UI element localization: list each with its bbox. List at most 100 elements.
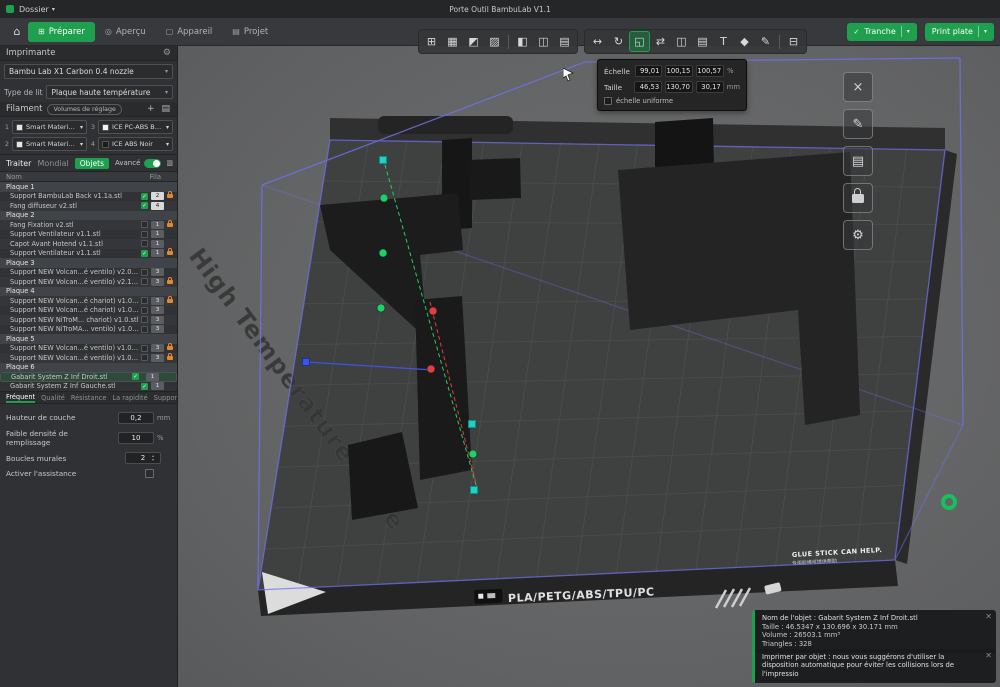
filament-count-badge[interactable]: 3 [151,306,164,314]
viewport-3d[interactable]: High Temperature Plate PLA/PETG/ABS/TPU/… [178,46,1000,687]
tab-preview[interactable]: ◎Aperçu [95,22,156,42]
gizmo-x-handle[interactable] [303,359,310,366]
scale-button[interactable]: ◱ [629,31,650,52]
merge-button[interactable]: ◫ [533,31,554,52]
size-y-input[interactable]: 130,70 [665,81,693,93]
print-plate-button[interactable]: Print plate ▾ [925,23,994,41]
object-visible-checkbox[interactable] [141,297,148,304]
object-row[interactable]: Support NEW Volcan...é chariot) v1.0.stl… [0,306,177,316]
filament-count-badge[interactable]: 1 [151,230,164,238]
object-visible-checkbox[interactable]: ✓ [132,373,139,380]
filament-count-badge[interactable]: 3 [151,268,164,276]
close-icon[interactable]: ✕ [985,651,992,661]
tab-speed[interactable]: La rapidité [112,394,147,402]
object-visible-checkbox[interactable] [141,278,148,285]
object-visible-checkbox[interactable]: ✓ [141,202,148,209]
gizmo-z-handle[interactable] [427,365,435,373]
object-row[interactable]: Capot Avant Hotend v1.1.stl1 [0,239,177,249]
close-icon[interactable]: ✕ [985,612,992,622]
setting-input[interactable]: 0,2 [118,412,154,424]
object-visible-checkbox[interactable] [141,269,148,276]
filament-count-badge[interactable]: 2 [151,192,164,200]
plate-group-row[interactable]: Plaque 1 [0,182,177,192]
add-filament-icon[interactable]: + [146,104,156,114]
object-visible-checkbox[interactable] [141,345,148,352]
object-visible-checkbox[interactable]: ✓ [141,193,148,200]
object-row[interactable]: Gabarit System Z Inf Droit.stl✓1 [0,372,177,382]
object-row[interactable]: Support NEW Volcan...é ventilo) v1.0.stl… [0,344,177,354]
gizmo-corner-handle[interactable] [380,157,387,164]
object-row[interactable]: Support NEW Volcan...é chariot) v1.0.stl… [0,296,177,306]
object-row[interactable]: Support Ventilateur v1.1.stl1 [0,230,177,240]
filament-list-icon[interactable]: ▤ [160,104,171,114]
file-menu[interactable]: Dossier ▾ [19,5,55,14]
filament-select[interactable]: ICE PC-ABS Blanc▾ [98,120,173,134]
filament-count-badge[interactable]: 3 [151,297,164,305]
filament-count-badge[interactable]: 1 [151,240,164,248]
object-row[interactable]: Fang diffuseur v2.stl✓4 [0,201,177,211]
plate-group-row[interactable]: Plaque 2 [0,211,177,221]
filament-select[interactable]: Smart Materials...▾ [12,137,87,151]
tab-strength[interactable]: Résistance [71,394,107,402]
filament-count-badge[interactable]: 3 [151,325,164,333]
flush-volumes-button[interactable]: Volumes de réglage [47,104,121,115]
tab-quality[interactable]: Qualité [41,394,65,402]
assembly-button[interactable]: ⊟ [783,31,804,52]
tab-process[interactable]: Traiter [6,159,31,168]
object-row[interactable]: Support NEW Volcan...é ventilo) v1.0.stl… [0,353,177,363]
tab-frequent[interactable]: Fréquent [6,393,35,403]
assistant-badge[interactable] [941,494,957,510]
object-visible-checkbox[interactable]: ✓ [141,250,148,257]
move-button[interactable]: ↔ [587,31,608,52]
filament-count-badge[interactable]: 3 [151,316,164,324]
filament-select[interactable]: ICE ABS Noir▾ [98,137,173,151]
filament-count-badge[interactable]: 3 [151,344,164,352]
fill-plate-button[interactable]: ▨ [484,31,505,52]
object-visible-checkbox[interactable] [141,354,148,361]
split-button[interactable]: ◫ [671,31,692,52]
plate-delete-button[interactable]: × [843,72,873,102]
mirror-button[interactable]: ⇄ [650,31,671,52]
gizmo-y-handle[interactable] [469,450,477,458]
filament-count-badge[interactable]: 1 [151,382,164,390]
tab-project[interactable]: ▤Projet [222,22,278,42]
setting-input[interactable]: 2 [125,452,161,464]
filament-count-badge[interactable]: 3 [151,354,164,362]
object-row[interactable]: Support NEW NiTroM... chariot) v1.0.stl3 [0,315,177,325]
seam-button[interactable]: ◆ [734,31,755,52]
filament-count-badge[interactable]: 1 [146,373,159,381]
plate-group-row[interactable]: Plaque 5 [0,334,177,344]
rotate-button[interactable]: ↻ [608,31,629,52]
object-visible-checkbox[interactable] [141,240,148,247]
arrange-button[interactable]: ▦ [442,31,463,52]
gizmo-corner-handle[interactable] [471,487,478,494]
tab-supports[interactable]: Supports [154,394,177,402]
size-x-input[interactable]: 46,53 [634,81,662,93]
slice-button[interactable]: ✓ Tranche ▾ [847,23,917,41]
advanced-toggle[interactable] [144,159,161,168]
object-row[interactable]: Support BambuLab Back v1.1a.stl✓2 [0,192,177,202]
object-row[interactable]: Support NEW Volcan...é ventilo) v2.1.stl… [0,277,177,287]
object-visible-checkbox[interactable] [141,307,148,314]
tab-device[interactable]: ▢Appareil [156,22,223,42]
object-visible-checkbox[interactable] [141,231,148,238]
size-z-input[interactable]: 30,17 [696,81,724,93]
object-row[interactable]: Support NEW NiTroMA... ventilo) v1.0.stl… [0,325,177,335]
object-mesh[interactable] [468,158,521,200]
object-visible-checkbox[interactable] [141,326,148,333]
object-mesh[interactable] [415,296,472,480]
add-plate-button[interactable]: ⊞ [421,31,442,52]
plate-edit-button[interactable]: ✎ [843,109,873,139]
plate-settings-button[interactable]: ⚙ [843,220,873,250]
list-button[interactable]: ▤ [554,31,575,52]
object-visible-checkbox[interactable] [141,221,148,228]
scale-y-input[interactable]: 100,15 [665,65,693,77]
gizmo-z-handle[interactable] [429,307,437,315]
filament-count-badge[interactable]: 1 [151,221,164,229]
gizmo-y-handle[interactable] [379,249,387,257]
tab-prepare[interactable]: ⊞Préparer [28,22,95,42]
object-row[interactable]: Fang Fixation v2.stl1 [0,220,177,230]
filament-count-badge[interactable]: 1 [151,249,164,257]
gizmo-corner-handle[interactable] [469,421,476,428]
variable-layer-button[interactable]: ▤ [692,31,713,52]
